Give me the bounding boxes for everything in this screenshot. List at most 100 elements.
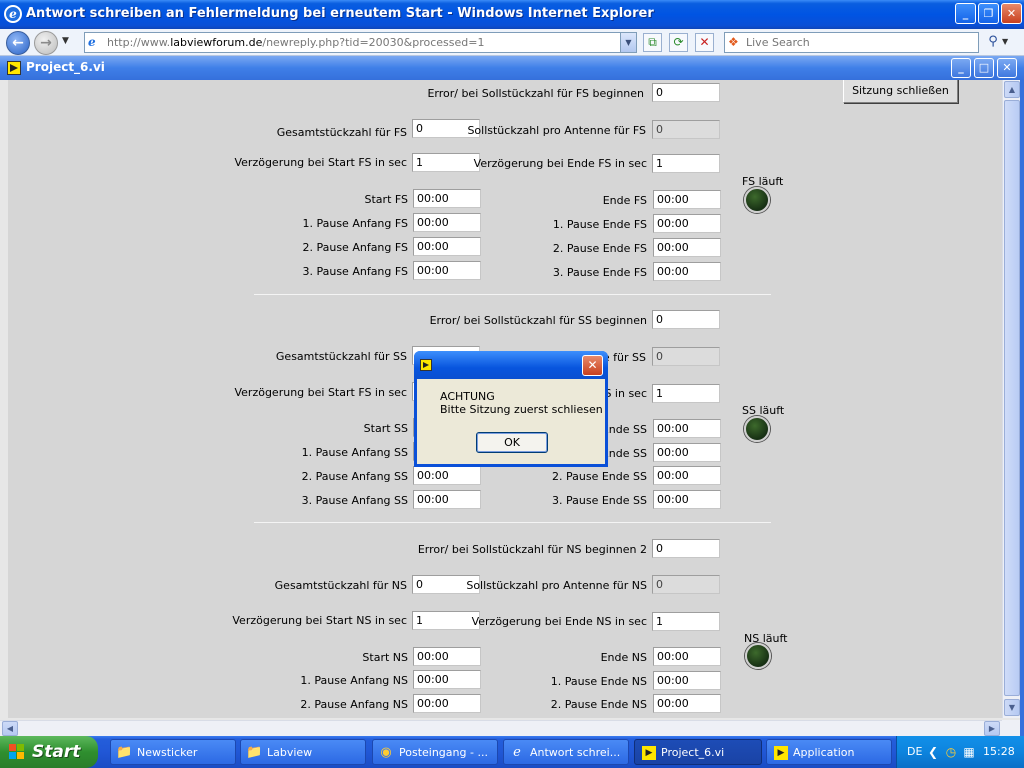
fs-end-field[interactable]: 00:00 [653, 190, 721, 209]
ns-pause2-start-field[interactable]: 00:00 [413, 694, 481, 713]
mail-icon: ◉ [380, 745, 392, 760]
taskbar-item-application[interactable]: ▶ Application [766, 739, 892, 765]
system-tray: DE ❮ ◷ ▦ 15:28 [896, 736, 1024, 768]
clock: 15:28 [983, 745, 1015, 758]
ie-logo-icon: e [4, 5, 22, 23]
taskbar-item-inbox[interactable]: ◉ Posteingang - ... [372, 739, 498, 765]
ns-per-antenna-field: 0 [652, 575, 720, 594]
back-button[interactable]: ← [6, 31, 30, 55]
vi-close-button[interactable]: ✕ [997, 58, 1017, 78]
ss-pause3-end-field[interactable]: 00:00 [653, 490, 721, 509]
fs-start-field[interactable]: 00:00 [413, 189, 481, 208]
tray-clock-icon[interactable]: ◷ [943, 744, 959, 760]
vi-minimize-button[interactable]: _ [951, 58, 971, 78]
ns-error-label: Error/ bei Sollstückzahl für NS beginnen… [417, 543, 647, 556]
compat-icon[interactable]: ⧉ [643, 33, 662, 52]
folder-icon: 📁 [246, 745, 263, 760]
fs-pause3-end-field[interactable]: 00:00 [653, 262, 721, 281]
forward-button[interactable]: → [34, 31, 58, 55]
fs-error-field[interactable]: 0 [652, 83, 720, 102]
fs-pause1-end-field[interactable]: 00:00 [653, 214, 721, 233]
dialog-close-button[interactable]: ✕ [582, 355, 603, 376]
search-dropdown-icon[interactable]: ▼ [1002, 33, 1012, 51]
horizontal-scrollbar[interactable]: ◀ ▶ [0, 720, 1002, 736]
vi-title: Project_6.vi [26, 60, 105, 74]
ns-running-led [745, 643, 771, 669]
ss-pause1-end-label: Ende SS [601, 447, 647, 460]
ns-pause2-end-field[interactable]: 00:00 [653, 694, 721, 713]
scroll-thumb[interactable] [1004, 100, 1020, 696]
ok-button[interactable]: OK [476, 432, 548, 453]
search-input[interactable] [746, 35, 971, 50]
dialog-message: Bitte Sitzung zuerst schliesen [440, 403, 603, 416]
fs-delay-end-field[interactable]: 1 [652, 154, 720, 173]
fs-pause3-end-label: 3. Pause Ende FS [552, 266, 647, 279]
browser-title: Antwort schreiben an Fehlermeldung bei e… [26, 6, 654, 21]
taskbar-item-project[interactable]: ▶ Project_6.vi [634, 739, 762, 765]
fs-delay-end-label: Verzögerung bei Ende FS in sec [473, 157, 647, 170]
fs-pause3-start-field[interactable]: 00:00 [413, 261, 481, 280]
history-dropdown-icon[interactable]: ▼ [62, 36, 72, 46]
tray-expand-icon[interactable]: ❮ [925, 744, 941, 760]
refresh-icon[interactable]: ⟳ [669, 33, 688, 52]
windows-logo-icon [9, 744, 26, 760]
fs-pause2-start-label: 2. Pause Anfang FS [302, 241, 408, 254]
search-box[interactable]: ❖ [724, 32, 979, 53]
ss-total-label: Gesamtstückzahl für SS [275, 350, 407, 363]
dialog-message-title: ACHTUNG [440, 390, 495, 403]
language-indicator[interactable]: DE [907, 745, 922, 758]
close-session-button[interactable]: Sitzung schließen [843, 80, 958, 103]
ns-error-field[interactable]: 0 [652, 539, 720, 558]
network-icon[interactable]: ▦ [961, 744, 977, 760]
ss-pause1-end-field[interactable]: 00:00 [653, 443, 721, 462]
ss-delay-start-label: Verzögerung bei Start FS in sec [234, 386, 407, 399]
scroll-right-icon[interactable]: ▶ [984, 721, 1000, 736]
ss-end-field[interactable]: 00:00 [653, 419, 721, 438]
fs-error-label: Error/ bei Sollstückzahl für FS beginnen [427, 87, 644, 100]
taskbar-item-labview[interactable]: 📁 Labview [240, 739, 366, 765]
fs-per-antenna-label: Sollstückzahl pro Antenne für FS [467, 124, 646, 137]
fs-pause2-end-field[interactable]: 00:00 [653, 238, 721, 257]
ss-pause3-end-label: 3. Pause Ende SS [552, 494, 647, 507]
fs-per-antenna-field: 0 [652, 120, 720, 139]
ns-end-label: Ende NS [600, 651, 647, 664]
ns-led-label: NS läuft [744, 632, 788, 645]
ss-pause2-start-field[interactable]: 00:00 [413, 466, 481, 485]
close-button[interactable]: ✕ [1001, 3, 1022, 24]
ss-led-label: SS läuft [742, 404, 785, 417]
fs-pause2-start-field[interactable]: 00:00 [413, 237, 481, 256]
minimize-button[interactable]: _ [955, 3, 976, 24]
ns-start-label: Start NS [362, 651, 408, 664]
labview-icon [7, 61, 21, 75]
vi-maximize-button[interactable]: □ [974, 58, 994, 78]
ns-pause2-start-label: 2. Pause Anfang NS [300, 698, 408, 711]
ns-pause1-end-label: 1. Pause Ende NS [550, 675, 647, 688]
url-field[interactable]: e http://www.labviewforum.de/newreply.ph… [84, 32, 637, 53]
ss-pause2-end-field[interactable]: 00:00 [653, 466, 721, 485]
ns-start-field[interactable]: 00:00 [413, 647, 481, 666]
ns-delay-end-field[interactable]: 1 [652, 612, 720, 631]
scroll-up-icon[interactable]: ▲ [1004, 81, 1020, 98]
restore-button[interactable]: ❐ [978, 3, 999, 24]
scroll-left-icon[interactable]: ◀ [2, 721, 18, 736]
taskbar-item-browser[interactable]: e Antwort schrei... [503, 739, 629, 765]
ss-start-label: Start SS [363, 422, 408, 435]
ns-end-field[interactable]: 00:00 [653, 647, 721, 666]
search-icon[interactable]: ⚲ [984, 33, 1002, 51]
start-button[interactable]: Start [0, 736, 98, 768]
ss-error-field[interactable]: 0 [652, 310, 720, 329]
ss-pause3-start-field[interactable]: 00:00 [413, 490, 481, 509]
vertical-scrollbar[interactable]: ▲ ▼ [1002, 80, 1020, 718]
ns-delay-start-field[interactable]: 1 [412, 611, 480, 630]
fs-delay-start-field[interactable]: 1 [412, 153, 480, 172]
url-dropdown-icon[interactable]: ▼ [620, 33, 636, 52]
fs-pause1-start-field[interactable]: 00:00 [413, 213, 481, 232]
ns-pause1-end-field[interactable]: 00:00 [653, 671, 721, 690]
ns-pause1-start-field[interactable]: 00:00 [413, 670, 481, 689]
taskbar-item-newsticker[interactable]: 📁 Newsticker [110, 739, 236, 765]
browser-title-bar: e Antwort schreiben an Fehlermeldung bei… [0, 0, 1024, 29]
scroll-down-icon[interactable]: ▼ [1004, 699, 1020, 716]
ss-delay-end-field[interactable]: 1 [652, 384, 720, 403]
fs-total-label: Gesamtstückzahl für FS [276, 126, 407, 139]
stop-icon[interactable]: ✕ [695, 33, 714, 52]
